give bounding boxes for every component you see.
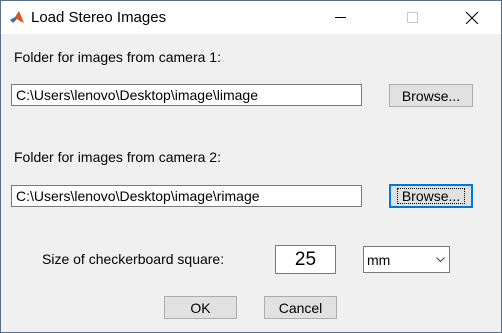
- maximize-icon: [406, 12, 418, 23]
- checkerboard-size-label: Size of checkerboard square:: [42, 251, 225, 267]
- chevron-down-icon: [432, 247, 449, 272]
- minimize-button[interactable]: [317, 1, 363, 34]
- unit-select-value: mm: [367, 252, 391, 268]
- title-bar: Load Stereo Images: [1, 1, 501, 34]
- unit-select[interactable]: mm: [363, 246, 450, 273]
- camera1-folder-input[interactable]: [11, 84, 362, 106]
- checkerboard-size-input[interactable]: [275, 245, 336, 274]
- camera1-folder-label: Folder for images from camera 1:: [14, 49, 221, 65]
- cancel-button[interactable]: Cancel: [264, 296, 337, 319]
- matlab-logo-icon: [10, 11, 24, 23]
- window-title: Load Stereo Images: [31, 9, 167, 26]
- camera2-folder-label: Folder for images from camera 2:: [14, 149, 221, 165]
- minimize-icon: [334, 17, 346, 18]
- camera1-browse-button[interactable]: Browse...: [389, 84, 473, 107]
- load-stereo-images-dialog: Load Stereo Images Folder for images fro…: [0, 0, 502, 333]
- dialog-body: Folder for images from camera 1: Browse.…: [1, 34, 501, 332]
- ok-button[interactable]: OK: [164, 296, 237, 319]
- camera2-folder-input[interactable]: [11, 185, 362, 207]
- camera2-browse-label: Browse...: [396, 188, 466, 204]
- maximize-button[interactable]: [389, 1, 435, 34]
- close-button[interactable]: [449, 1, 495, 34]
- camera2-browse-button[interactable]: Browse...: [389, 184, 473, 208]
- close-icon: [466, 11, 478, 24]
